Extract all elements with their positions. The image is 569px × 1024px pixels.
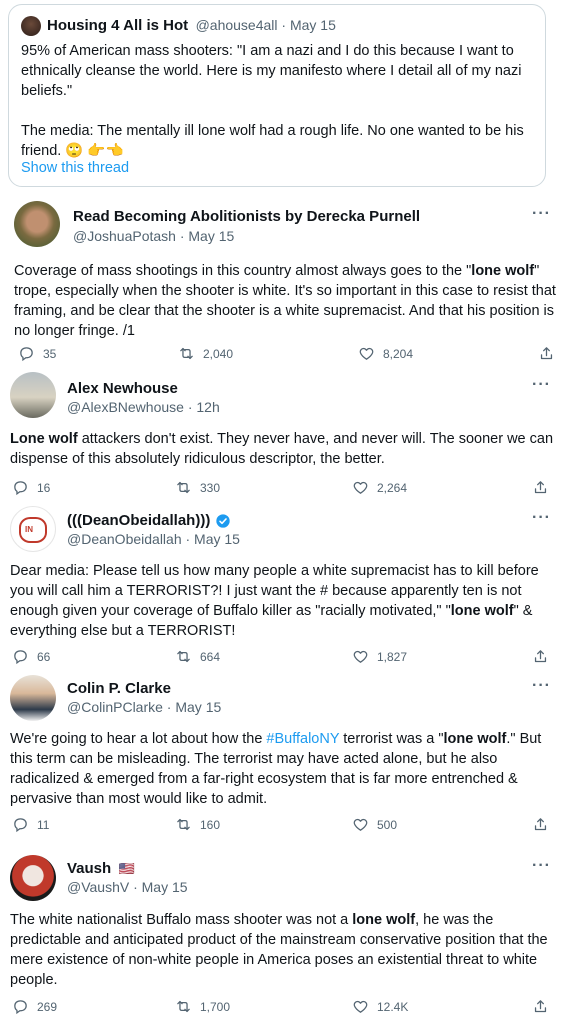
like-button[interactable]: 500 <box>352 816 397 833</box>
reply-icon <box>18 345 35 362</box>
share-button[interactable] <box>532 648 549 665</box>
retweet-button[interactable]: 330 <box>175 479 220 496</box>
author-name[interactable]: Housing 4 All is Hot <box>47 17 188 34</box>
share-button[interactable] <box>532 816 549 833</box>
handle-time: @DeanObeidallah · May 15 <box>67 531 240 547</box>
tweet-actions: 16 330 2,264 <box>0 479 569 499</box>
tweet-text: We're going to hear a lot about how the … <box>10 731 542 807</box>
tweet-actions: 269 1,700 12.4K <box>0 998 569 1018</box>
retweet-icon <box>175 816 192 833</box>
more-options-icon[interactable]: ··· <box>532 509 551 527</box>
reply-button[interactable]: 35 <box>18 345 56 362</box>
more-options-icon[interactable]: ··· <box>532 376 551 394</box>
like-button[interactable]: 1,827 <box>352 648 407 665</box>
share-icon <box>532 816 549 833</box>
retweet-button[interactable]: 1,700 <box>175 998 230 1015</box>
handle-time: @VaushV · May 15 <box>67 879 188 895</box>
reply-icon <box>12 816 29 833</box>
heart-icon <box>358 345 375 362</box>
avatar[interactable]: IN <box>10 506 56 552</box>
author-name[interactable]: Read Becoming Abolitionists by Derecka P… <box>73 208 420 225</box>
heart-icon <box>352 816 369 833</box>
handle-time: @ColinPClarke · May 15 <box>67 699 222 715</box>
retweet-button[interactable]: 664 <box>175 648 220 665</box>
flag-icon: 🇺🇸 <box>118 861 135 876</box>
hashtag-link[interactable]: #BuffaloNY <box>266 731 339 747</box>
retweet-button[interactable]: 160 <box>175 816 220 833</box>
author-name[interactable]: Alex Newhouse <box>67 380 178 397</box>
share-button[interactable] <box>532 998 549 1015</box>
avatar[interactable] <box>10 372 56 418</box>
reply-icon <box>12 998 29 1015</box>
more-options-icon[interactable]: ··· <box>532 677 551 695</box>
reply-button[interactable]: 66 <box>12 648 50 665</box>
reply-icon <box>12 648 29 665</box>
verified-badge-icon <box>216 513 231 528</box>
retweet-icon <box>175 998 192 1015</box>
tweet-actions: 35 2,040 8,204 <box>0 345 569 365</box>
author-name[interactable]: Colin P. Clarke <box>67 680 171 697</box>
quoted-tweet-card[interactable]: Housing 4 All is Hot @ahouse4all · May 1… <box>8 4 546 187</box>
avatar[interactable] <box>10 675 56 721</box>
share-icon <box>538 345 555 362</box>
emoji: 🙄 👉👈 <box>65 143 124 159</box>
tweet-text: Lone wolf attackers don't exist. They ne… <box>10 431 554 467</box>
more-options-icon[interactable]: ··· <box>532 857 551 875</box>
tweet-text: Dear media: Please tell us how many peop… <box>10 563 539 639</box>
share-icon <box>532 998 549 1015</box>
reply-button[interactable]: 16 <box>12 479 50 496</box>
share-button[interactable] <box>532 479 549 496</box>
tweet-actions: 66 664 1,827 <box>0 648 569 668</box>
retweet-icon <box>178 345 195 362</box>
share-button[interactable] <box>538 345 555 362</box>
retweet-icon <box>175 648 192 665</box>
retweet-icon <box>175 479 192 496</box>
tweet-actions: 11 160 500 <box>0 816 569 836</box>
avatar[interactable] <box>21 16 41 36</box>
retweet-button[interactable]: 2,040 <box>178 345 233 362</box>
tweet-text: 95% of American mass shooters: "I am a n… <box>21 43 524 159</box>
share-icon <box>532 479 549 496</box>
reply-button[interactable]: 269 <box>12 998 57 1015</box>
author-name[interactable]: (((DeanObeidallah))) <box>67 512 210 529</box>
reply-button[interactable]: 11 <box>12 816 49 833</box>
tweet-text: The white nationalist Buffalo mass shoot… <box>10 912 548 988</box>
avatar[interactable] <box>10 855 56 901</box>
heart-icon <box>352 998 369 1015</box>
share-icon <box>532 648 549 665</box>
show-thread-link[interactable]: Show this thread <box>21 160 129 176</box>
like-button[interactable]: 8,204 <box>358 345 413 362</box>
reply-icon <box>12 479 29 496</box>
heart-icon <box>352 479 369 496</box>
handle-time: @AlexBNewhouse · 12h <box>67 399 220 415</box>
heart-icon <box>352 648 369 665</box>
like-button[interactable]: 12.4K <box>352 998 408 1015</box>
handle-time: @ahouse4all · May 15 <box>195 17 336 33</box>
avatar[interactable] <box>14 201 60 247</box>
more-options-icon[interactable]: ··· <box>532 205 551 223</box>
like-button[interactable]: 2,264 <box>352 479 407 496</box>
tweet-text: Coverage of mass shootings in this count… <box>14 263 556 339</box>
author-name[interactable]: Vaush <box>67 860 111 877</box>
handle-time: @JoshuaPotash · May 15 <box>73 228 235 244</box>
